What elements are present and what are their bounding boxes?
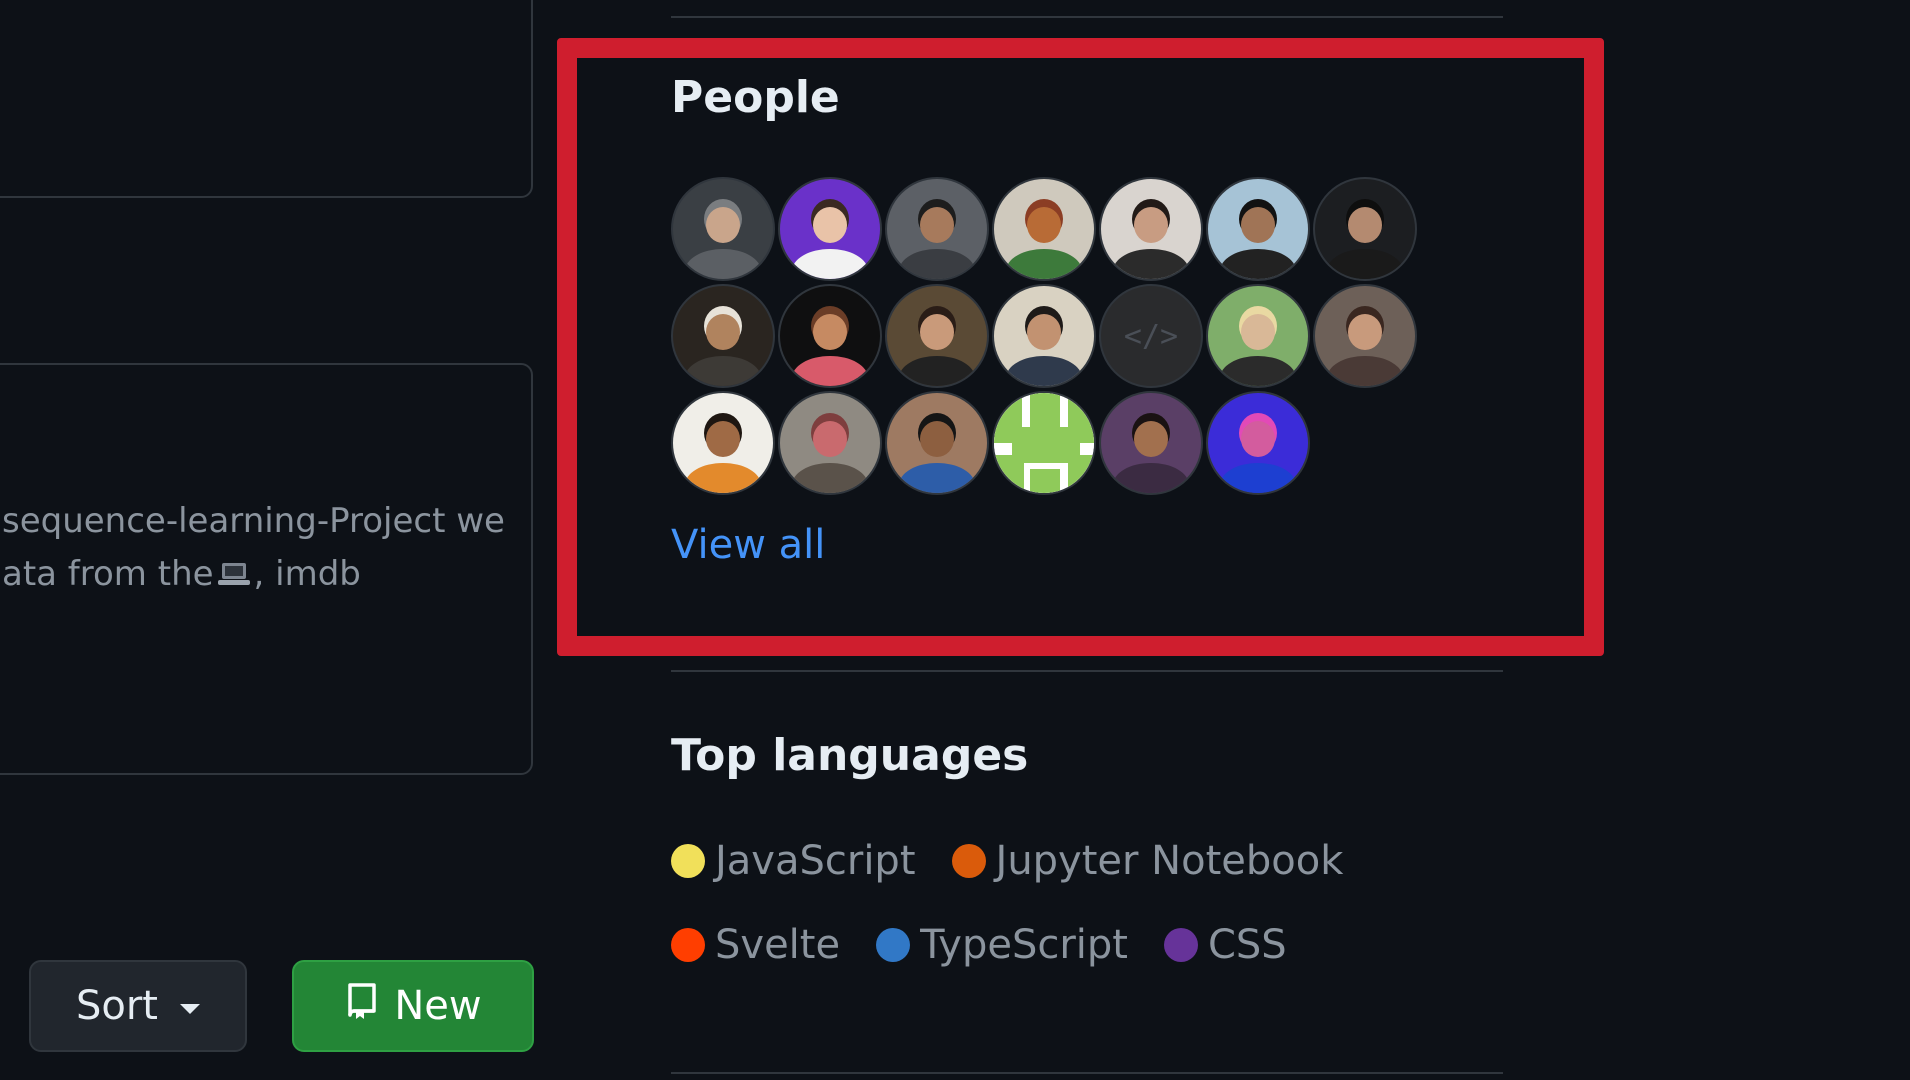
person-avatar[interactable] xyxy=(671,391,775,495)
people-heading: People xyxy=(671,72,840,123)
description-line-2-start: ata from the xyxy=(2,554,214,594)
avatar-body xyxy=(899,249,975,279)
avatar-body xyxy=(685,463,761,493)
repository-card: sequence-learning-Project we ata from th… xyxy=(0,363,533,775)
person-avatar[interactable]: </> xyxy=(1099,284,1203,388)
language-item: JavaScript xyxy=(671,838,916,884)
avatar-face xyxy=(1348,314,1382,350)
avatar-body xyxy=(899,356,975,386)
repo-icon xyxy=(344,981,380,1031)
person-avatar[interactable] xyxy=(1099,391,1203,495)
sort-button-label: Sort xyxy=(76,983,158,1029)
person-avatar[interactable] xyxy=(885,177,989,281)
language-name: Svelte xyxy=(715,922,841,968)
sort-button[interactable]: Sort xyxy=(29,960,247,1052)
description-line-2-end: , imdb xyxy=(253,554,361,594)
avatar-face xyxy=(1241,314,1275,350)
avatar-body xyxy=(792,249,868,279)
person-avatar[interactable] xyxy=(778,391,882,495)
avatar-body xyxy=(1327,356,1403,386)
section-divider-middle xyxy=(671,670,1503,672)
avatar-body xyxy=(1006,249,1082,279)
avatar-body xyxy=(1113,463,1189,493)
language-color-dot-icon xyxy=(671,928,705,962)
chevron-down-icon xyxy=(180,1004,200,1014)
person-avatar[interactable] xyxy=(1099,177,1203,281)
avatar-body xyxy=(792,463,868,493)
laptop-emoji-icon xyxy=(216,552,252,585)
view-all-people-link[interactable]: View all xyxy=(671,522,825,568)
section-divider-bottom xyxy=(671,1072,1503,1074)
avatar-body xyxy=(1220,463,1296,493)
person-avatar[interactable] xyxy=(885,284,989,388)
avatar-face xyxy=(1134,421,1168,457)
person-avatar[interactable] xyxy=(1206,177,1310,281)
language-name: TypeScript xyxy=(920,922,1128,968)
language-color-dot-icon xyxy=(876,928,911,962)
person-avatar[interactable] xyxy=(1313,177,1417,281)
person-avatar[interactable] xyxy=(778,177,882,281)
language-item: TypeScript xyxy=(876,922,1128,968)
avatar-face xyxy=(706,207,740,243)
avatar-face xyxy=(706,421,740,457)
language-color-dot-icon xyxy=(951,844,986,878)
language-name: JavaScript xyxy=(715,838,916,884)
person-avatar[interactable] xyxy=(671,177,775,281)
avatar-face xyxy=(1241,207,1275,243)
language-item: Jupyter Notebook xyxy=(951,838,1344,884)
top-languages-heading: Top languages xyxy=(671,730,1029,781)
avatar-body xyxy=(685,356,761,386)
avatar-face xyxy=(1027,207,1061,243)
person-avatar[interactable] xyxy=(992,284,1096,388)
description-line-1: sequence-learning-Project we xyxy=(2,501,505,541)
avatar-face xyxy=(813,421,847,457)
avatar-body xyxy=(899,463,975,493)
top-card xyxy=(0,0,533,198)
person-avatar[interactable] xyxy=(885,391,989,495)
code-placeholder-icon: </> xyxy=(1123,318,1179,354)
identicon-icon xyxy=(994,393,1094,493)
section-divider-top xyxy=(671,16,1503,18)
person-avatar[interactable] xyxy=(992,391,1096,495)
person-avatar[interactable] xyxy=(1313,284,1417,388)
avatar-body xyxy=(685,249,761,279)
person-avatar[interactable] xyxy=(1206,391,1310,495)
language-name: Jupyter Notebook xyxy=(995,838,1344,884)
avatar-face xyxy=(813,207,847,243)
person-avatar[interactable] xyxy=(778,284,882,388)
person-avatar[interactable] xyxy=(671,284,775,388)
avatar-face xyxy=(920,421,954,457)
language-item: Svelte xyxy=(671,922,840,968)
language-name: CSS xyxy=(1207,922,1287,968)
new-button-label: New xyxy=(394,983,482,1029)
avatar-face xyxy=(1027,314,1061,350)
avatar-body xyxy=(792,356,868,386)
avatar-body xyxy=(1220,249,1296,279)
avatar-face xyxy=(1241,421,1275,457)
repository-description: sequence-learning-Project we ata from th… xyxy=(2,495,542,601)
new-repository-button[interactable]: New xyxy=(292,960,534,1052)
page: sequence-learning-Project we ata from th… xyxy=(0,0,1910,1080)
language-color-dot-icon xyxy=(671,844,705,878)
avatar-body xyxy=(1220,356,1296,386)
language-item: CSS xyxy=(1163,922,1287,968)
language-color-dot-icon xyxy=(1163,928,1198,962)
avatar-face xyxy=(1134,207,1168,243)
person-avatar[interactable] xyxy=(992,177,1096,281)
avatar-face xyxy=(1348,207,1382,243)
avatar-body xyxy=(1113,249,1189,279)
avatar-face xyxy=(813,314,847,350)
avatar-face xyxy=(920,314,954,350)
person-avatar[interactable] xyxy=(1206,284,1310,388)
description-line-2: ata from the , imdb xyxy=(2,548,542,601)
avatar-body xyxy=(1327,249,1403,279)
avatar-face xyxy=(706,314,740,350)
avatar-face xyxy=(920,207,954,243)
avatar-body xyxy=(1006,356,1082,386)
